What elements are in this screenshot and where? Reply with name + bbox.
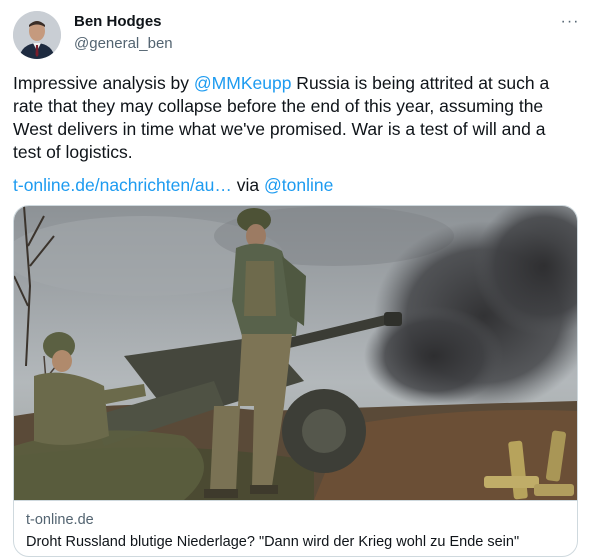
mention-link[interactable]: @MMKeupp (194, 73, 292, 93)
avatar[interactable] (13, 11, 61, 59)
avatar-image (13, 11, 61, 59)
card-domain: t-online.de (26, 512, 94, 528)
card-title[interactable]: Droht Russland blutige Niederlage? "Dann… (26, 533, 519, 551)
tweet: Ben Hodges @general_ben ··· Impressive a… (0, 0, 593, 560)
card-footer: t-online.de Droht Russland blutige Niede… (14, 500, 577, 556)
link-preview-card[interactable]: t-online.de Droht Russland blutige Niede… (13, 205, 578, 557)
author-handle[interactable]: @general_ben (74, 35, 173, 53)
tweet-text-prefix: Impressive analysis by (13, 73, 194, 93)
author-display-name[interactable]: Ben Hodges (74, 13, 173, 31)
more-options-button[interactable]: ··· (558, 12, 582, 32)
card-image (14, 206, 577, 500)
more-horizontal-icon: ··· (560, 13, 580, 30)
tweet-text: Impressive analysis by @MMKeupp Russia i… (13, 72, 569, 164)
tweet-link-line: t-online.de/nachrichten/au… via @tonline (13, 174, 333, 197)
via-mention-link[interactable]: @tonline (264, 175, 333, 195)
via-text: via (231, 175, 264, 195)
author-block: Ben Hodges @general_ben (74, 13, 173, 53)
article-link[interactable]: t-online.de/nachrichten/au… (13, 175, 232, 195)
